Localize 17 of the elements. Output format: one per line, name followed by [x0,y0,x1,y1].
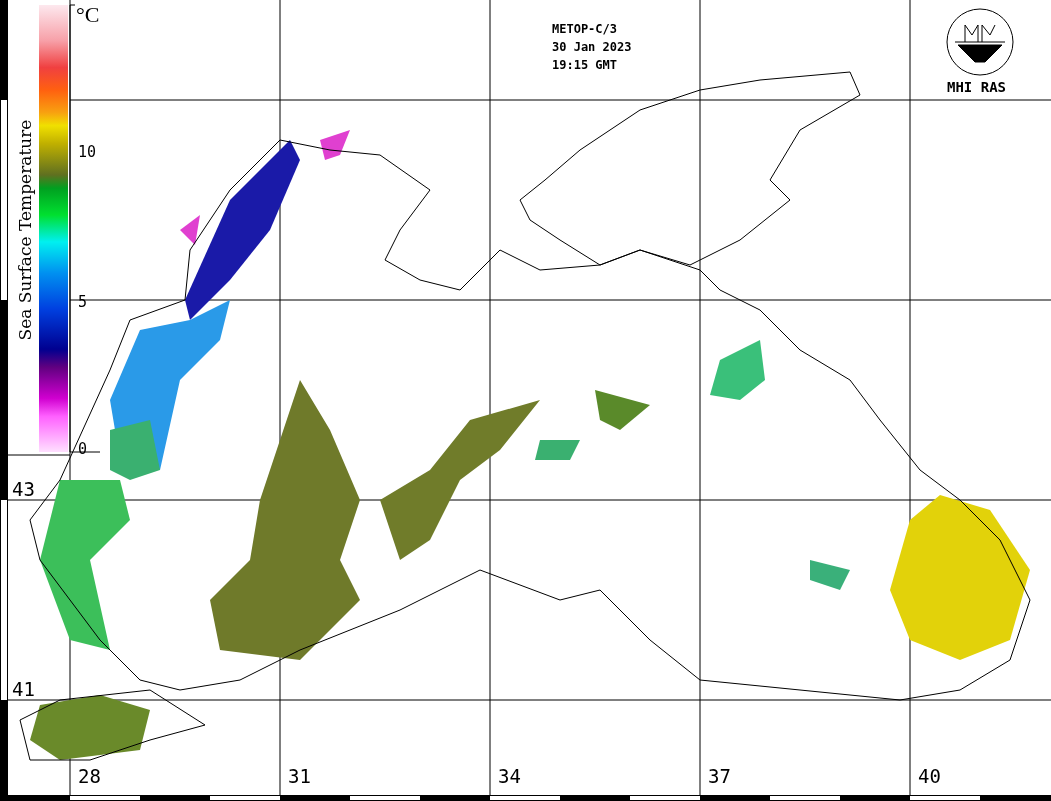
header-text: 19:15 GMT [552,58,619,72]
longitude-label: 28 [78,765,101,787]
logo-caption: MHI RAS [947,79,1006,95]
longitude-label: 37 [708,765,731,787]
longitude-label: 34 [498,765,521,787]
tick-label: 5 [78,293,88,311]
latitude-label: 41 [12,678,35,700]
unit-label: °C [76,2,100,28]
tick-label: 0 [78,440,88,458]
latitude-label: 43 [12,478,35,500]
header-text: 30 Jan 2023 [552,40,632,54]
longitude-label: 40 [918,765,941,787]
tick-label: 10 [78,143,97,161]
logo-icon [946,8,1014,76]
longitude-label: 31 [288,765,311,787]
header-text: METOP-C/3 [552,22,619,36]
colorbar-title: Sea Surface Temperature [15,118,36,343]
